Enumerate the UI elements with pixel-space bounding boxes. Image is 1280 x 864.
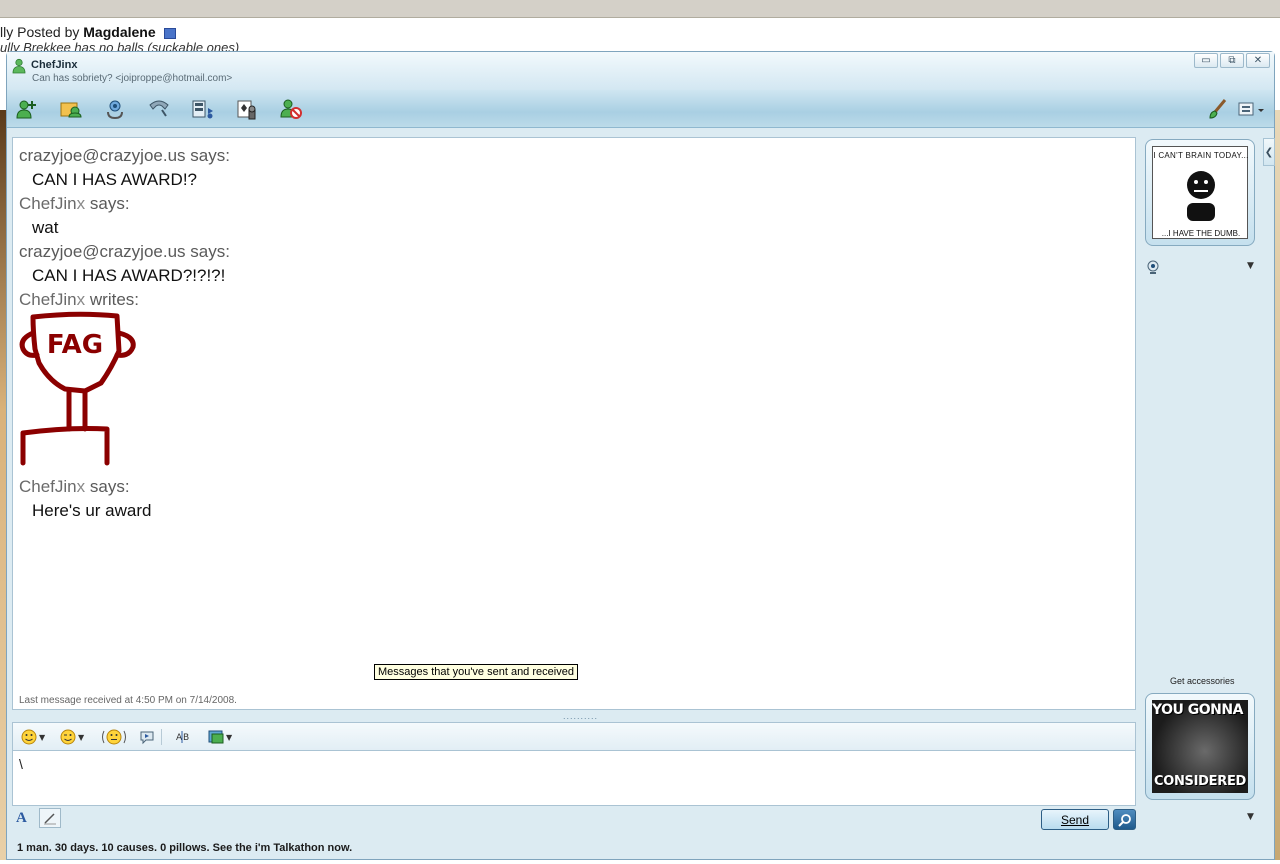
display-options-icon[interactable]: [1237, 98, 1267, 120]
close-button[interactable]: ✕: [1246, 53, 1270, 68]
my-display-picture-frame[interactable]: YOU GONNA GET CONSIDERED: [1145, 693, 1255, 800]
search-icon: [1117, 813, 1131, 827]
message-sender: ChefJinx says:: [19, 477, 130, 496]
block-contact-icon[interactable]: [279, 98, 303, 120]
window-controls: ▭ ⧉ ✕: [1194, 53, 1270, 68]
contact-name: ChefJinx: [31, 59, 78, 71]
minimize-icon: ▭: [1201, 54, 1211, 66]
voice-clip-icon: [140, 731, 154, 745]
input-toolbar: ▼ ▼ AB ▼: [12, 722, 1136, 750]
main-toolbar: [7, 90, 1274, 128]
share-media-icon[interactable]: [191, 98, 215, 120]
chevron-down-icon: ▼: [78, 732, 85, 742]
font-format-button[interactable]: A: [16, 810, 27, 827]
send-button[interactable]: Send: [1041, 809, 1109, 830]
trophy-ink-text: FAG: [47, 330, 103, 360]
my-picture-caption-top: YOU GONNA GET: [1152, 702, 1248, 718]
get-accessories-link[interactable]: Get accessories: [1170, 676, 1235, 686]
message-input[interactable]: \: [12, 750, 1136, 806]
posted-author[interactable]: Magdalene: [83, 24, 155, 40]
view-post-icon[interactable]: [163, 27, 176, 39]
contact-display-picture: I CAN'T BRAIN TODAY... ...I HAVE THE DUM…: [1152, 146, 1248, 239]
message-text: CAN I HAS AWARD!?: [32, 170, 197, 189]
search-button[interactable]: [1113, 809, 1136, 830]
spell-check-button[interactable]: AB: [175, 727, 193, 747]
history-tooltip: Messages that you've sent and received: [374, 664, 578, 680]
message-sender: crazyjoe@crazyjoe.us says:: [19, 146, 230, 165]
pen-icon: [44, 813, 56, 825]
minimize-button[interactable]: ▭: [1194, 53, 1218, 68]
message-2: ChefJinx says: wat: [19, 194, 130, 238]
send-files-icon[interactable]: [59, 98, 83, 120]
forum-posted-by: lly Posted by Magdalene: [0, 24, 176, 40]
emoticon-button[interactable]: ▼: [21, 727, 45, 747]
my-picture-options-chevron-down-icon[interactable]: ▼: [1247, 812, 1254, 822]
spell-check-icon: AB: [176, 731, 189, 743]
messenger-conversation-window: ChefJinx Can has sobriety? <joiproppe@ho…: [6, 51, 1275, 860]
status-bar-ad[interactable]: 1 man. 30 days. 10 causes. 0 pillows. Se…: [17, 842, 352, 854]
video-call-icon[interactable]: [103, 98, 127, 120]
display-picture-caption-bottom: ...I HAVE THE DUMB.: [1161, 229, 1241, 238]
invite-contact-icon[interactable]: [15, 98, 39, 120]
voice-call-icon[interactable]: [147, 98, 171, 120]
message-sender: ChefJinx says:: [19, 194, 130, 213]
paint-brush-icon[interactable]: [1205, 98, 1229, 120]
message-4: ChefJinx writes:: [19, 290, 139, 310]
contact-display-picture-frame[interactable]: I CAN'T BRAIN TODAY... ...I HAVE THE DUM…: [1145, 139, 1255, 246]
webcam-icon: [1147, 260, 1159, 274]
browser-top-bar: [0, 0, 1280, 18]
restore-icon: ⧉: [1228, 54, 1236, 66]
toolbar-separator: [161, 729, 162, 745]
svg-text:B: B: [183, 733, 189, 743]
message-input-text: \: [19, 756, 23, 772]
wink-button[interactable]: ▼: [60, 727, 84, 747]
nudge-icon: [102, 729, 126, 745]
conversation-history[interactable]: crazyjoe@crazyjoe.us says: CAN I HAS AWA…: [12, 137, 1136, 710]
handwritten-trophy-ink: FAG: [19, 311, 136, 466]
webcam-options-chevron-down-icon[interactable]: ▼: [1247, 261, 1254, 271]
message-text: wat: [32, 218, 59, 237]
message-text: CAN I HAS AWARD?!?!?!: [32, 266, 226, 285]
my-display-picture: YOU GONNA GET CONSIDERED: [1152, 700, 1248, 793]
background-picture-button[interactable]: ▼: [208, 727, 232, 747]
contact-status: Can has sobriety? <joiproppe@hotmail.com…: [32, 73, 233, 84]
display-picture-caption-top: I CAN'T BRAIN TODAY...: [1153, 151, 1249, 160]
voice-clip-button[interactable]: [139, 727, 155, 747]
message-text: Here's ur award: [32, 501, 152, 520]
smiley-icon: [21, 729, 37, 745]
pane-splitter-handle[interactable]: ..........: [563, 711, 598, 721]
message-sender: ChefJinx writes:: [19, 290, 139, 309]
title-bar[interactable]: ChefJinx Can has sobriety? <joiproppe@ho…: [7, 52, 1274, 90]
chevron-left-icon: ❮: [1264, 146, 1274, 158]
my-picture-caption-bottom: CONSIDERED: [1153, 774, 1247, 789]
posted-prefix: lly Posted by: [0, 24, 80, 40]
picture-icon: [208, 730, 224, 744]
handwriting-mode-button[interactable]: [39, 808, 61, 828]
chevron-down-icon: ▼: [226, 732, 233, 742]
format-bar: A: [12, 807, 72, 829]
wink-icon: [60, 729, 76, 745]
games-icon[interactable]: [235, 98, 259, 120]
message-3: crazyjoe@crazyjoe.us says: CAN I HAS AWA…: [19, 242, 230, 286]
webcam-button[interactable]: [1147, 260, 1159, 279]
last-message-timestamp: Last message received at 4:50 PM on 7/14…: [19, 695, 237, 706]
sad-face-figure: [1187, 171, 1215, 221]
buddy-icon: [12, 58, 26, 74]
collapse-panel-button[interactable]: ❮: [1263, 138, 1275, 166]
restore-button[interactable]: ⧉: [1220, 53, 1244, 68]
message-1: crazyjoe@crazyjoe.us says: CAN I HAS AWA…: [19, 146, 230, 190]
nudge-button[interactable]: [101, 727, 127, 747]
close-icon: ✕: [1253, 54, 1263, 66]
chevron-down-icon: ▼: [39, 732, 46, 742]
message-5: ChefJinx says: Here's ur award: [19, 477, 151, 521]
message-sender: crazyjoe@crazyjoe.us says:: [19, 242, 230, 261]
